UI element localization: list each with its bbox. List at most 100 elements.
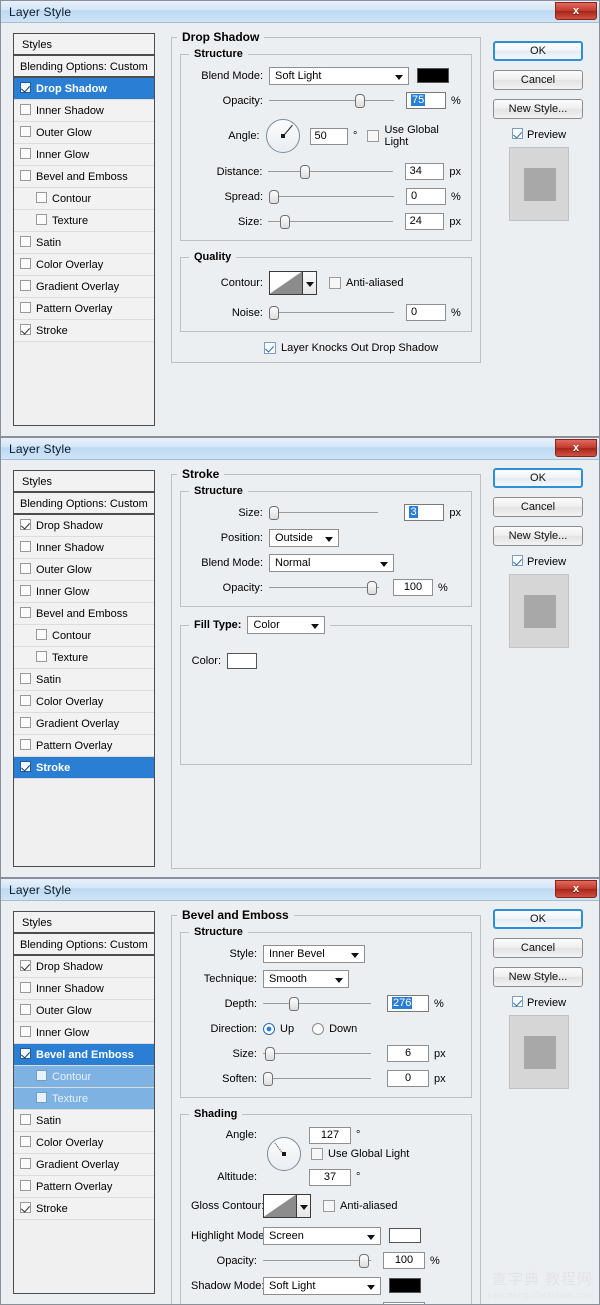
checkbox-icon[interactable] (20, 1114, 31, 1125)
checkbox-icon[interactable] (511, 128, 523, 139)
styles-item-gradient-overlay[interactable]: Gradient Overlay (14, 713, 154, 735)
slider-knob[interactable] (265, 1046, 275, 1061)
spread-input[interactable]: 0 (406, 188, 446, 205)
checkbox-icon[interactable] (20, 1026, 31, 1037)
stroke-color-swatch[interactable] (227, 652, 257, 669)
styles-item-gradient-overlay[interactable]: Gradient Overlay (14, 1154, 154, 1176)
styles-item-pattern-overlay[interactable]: Pattern Overlay (14, 735, 154, 757)
checkbox-icon[interactable] (36, 192, 47, 203)
styles-item-texture[interactable]: Texture (14, 647, 154, 669)
slider-knob[interactable] (367, 580, 377, 595)
slider-knob[interactable] (269, 189, 279, 204)
checkbox-icon[interactable] (264, 342, 276, 354)
checkbox-icon[interactable] (36, 214, 47, 225)
checkbox-icon[interactable] (367, 130, 380, 142)
depth-input[interactable]: 276 (387, 995, 429, 1012)
position-select[interactable]: Outside (269, 528, 339, 547)
slider-knob[interactable] (263, 1071, 273, 1086)
direction-down-option[interactable]: Down (312, 1022, 357, 1035)
shadow-color-swatch[interactable] (389, 1278, 421, 1293)
highlight-opacity-slider[interactable] (263, 1253, 371, 1268)
size-input[interactable]: 6 (387, 1045, 429, 1062)
checkbox-icon[interactable] (20, 519, 31, 530)
checkbox-icon[interactable] (20, 673, 31, 684)
styles-item-stroke[interactable]: Stroke (14, 757, 154, 779)
checkbox-icon[interactable] (20, 1004, 31, 1015)
checkbox-icon[interactable] (20, 1202, 31, 1213)
fill-type-select[interactable]: Color (247, 616, 326, 634)
checkbox-icon[interactable] (323, 1200, 335, 1212)
highlight-color-swatch[interactable] (389, 1228, 421, 1243)
new-style-button[interactable]: New Style... (493, 526, 583, 546)
distance-slider[interactable] (268, 164, 393, 179)
checkbox-icon[interactable] (20, 607, 31, 618)
contour-preview[interactable] (269, 271, 303, 295)
styles-item-inner-shadow[interactable]: Inner Shadow (14, 100, 154, 122)
checkbox-icon[interactable] (20, 563, 31, 574)
checkbox-icon[interactable] (20, 1158, 31, 1169)
spread-slider[interactable] (269, 189, 394, 204)
styles-item-blending-options[interactable]: Blending Options: Custom (14, 493, 154, 515)
styles-item-inner-glow[interactable]: Inner Glow (14, 581, 154, 603)
checkbox-icon[interactable] (20, 82, 31, 93)
technique-select[interactable]: Smooth (263, 969, 349, 988)
styles-item-outer-glow[interactable]: Outer Glow (14, 122, 154, 144)
checkbox-icon[interactable] (20, 104, 31, 115)
opacity-slider[interactable] (269, 580, 379, 595)
slider-knob[interactable] (268, 505, 279, 520)
close-button[interactable]: x (555, 2, 597, 20)
checkbox-icon[interactable] (36, 629, 47, 640)
styles-item-bevel-and-emboss[interactable]: Bevel and Emboss (14, 1044, 154, 1066)
blend-mode-select[interactable]: Normal (269, 553, 394, 572)
noise-input[interactable]: 0 (406, 304, 446, 321)
shadow-mode-select[interactable]: Soft Light (263, 1276, 381, 1295)
styles-item-color-overlay[interactable]: Color Overlay (14, 1132, 154, 1154)
gloss-contour-dropdown-icon[interactable] (297, 1194, 311, 1218)
slider-knob[interactable] (359, 1253, 369, 1268)
checkbox-icon[interactable] (311, 1148, 323, 1160)
checkbox-icon[interactable] (20, 236, 31, 247)
styles-item-drop-shadow[interactable]: Drop Shadow (14, 78, 154, 100)
checkbox-icon[interactable] (20, 170, 31, 181)
angle-dial[interactable] (265, 119, 300, 153)
new-style-button[interactable]: New Style... (493, 967, 583, 987)
ok-button[interactable]: OK (493, 909, 583, 929)
checkbox-icon[interactable] (511, 555, 523, 566)
checkbox-icon[interactable] (20, 126, 31, 137)
angle-input[interactable]: 127 (309, 1126, 351, 1144)
preview-toggle[interactable]: Preview (493, 128, 585, 141)
checkbox-icon[interactable] (20, 761, 31, 772)
checkbox-icon[interactable] (20, 541, 31, 552)
checkbox-icon[interactable] (20, 717, 31, 728)
checkbox-icon[interactable] (20, 960, 31, 971)
opacity-input[interactable]: 75 (406, 92, 446, 109)
checkbox-icon[interactable] (20, 695, 31, 706)
styles-item-inner-shadow[interactable]: Inner Shadow (14, 978, 154, 1000)
styles-item-blending-options[interactable]: Blending Options: Custom (14, 934, 154, 956)
slider-knob[interactable] (355, 93, 365, 108)
size-input[interactable]: 24 (404, 213, 445, 230)
size-slider[interactable] (268, 214, 393, 229)
styles-item-contour[interactable]: Contour (14, 188, 154, 210)
altitude-input[interactable]: 37 (309, 1168, 351, 1186)
checkbox-icon[interactable] (20, 585, 31, 596)
cancel-button[interactable]: Cancel (493, 938, 583, 958)
slider-knob[interactable] (289, 996, 299, 1011)
checkbox-icon[interactable] (20, 1180, 31, 1191)
style-select[interactable]: Inner Bevel (263, 944, 365, 963)
checkbox-icon[interactable] (511, 996, 523, 1007)
styles-item-color-overlay[interactable]: Color Overlay (14, 254, 154, 276)
new-style-button[interactable]: New Style... (493, 99, 583, 119)
blend-mode-select[interactable]: Soft Light (269, 66, 409, 85)
preview-toggle[interactable]: Preview (493, 996, 585, 1009)
noise-slider[interactable] (269, 305, 394, 320)
opacity-input[interactable]: 100 (393, 579, 433, 596)
styles-item-stroke[interactable]: Stroke (14, 1198, 154, 1220)
styles-item-contour[interactable]: Contour (14, 625, 154, 647)
styles-item-inner-shadow[interactable]: Inner Shadow (14, 537, 154, 559)
checkbox-icon[interactable] (20, 324, 31, 335)
styles-item-satin[interactable]: Satin (14, 1110, 154, 1132)
checkbox-icon[interactable] (20, 302, 31, 313)
use-global-light-row[interactable]: Use Global Light (311, 1148, 409, 1160)
size-input[interactable]: 3 (404, 504, 445, 521)
